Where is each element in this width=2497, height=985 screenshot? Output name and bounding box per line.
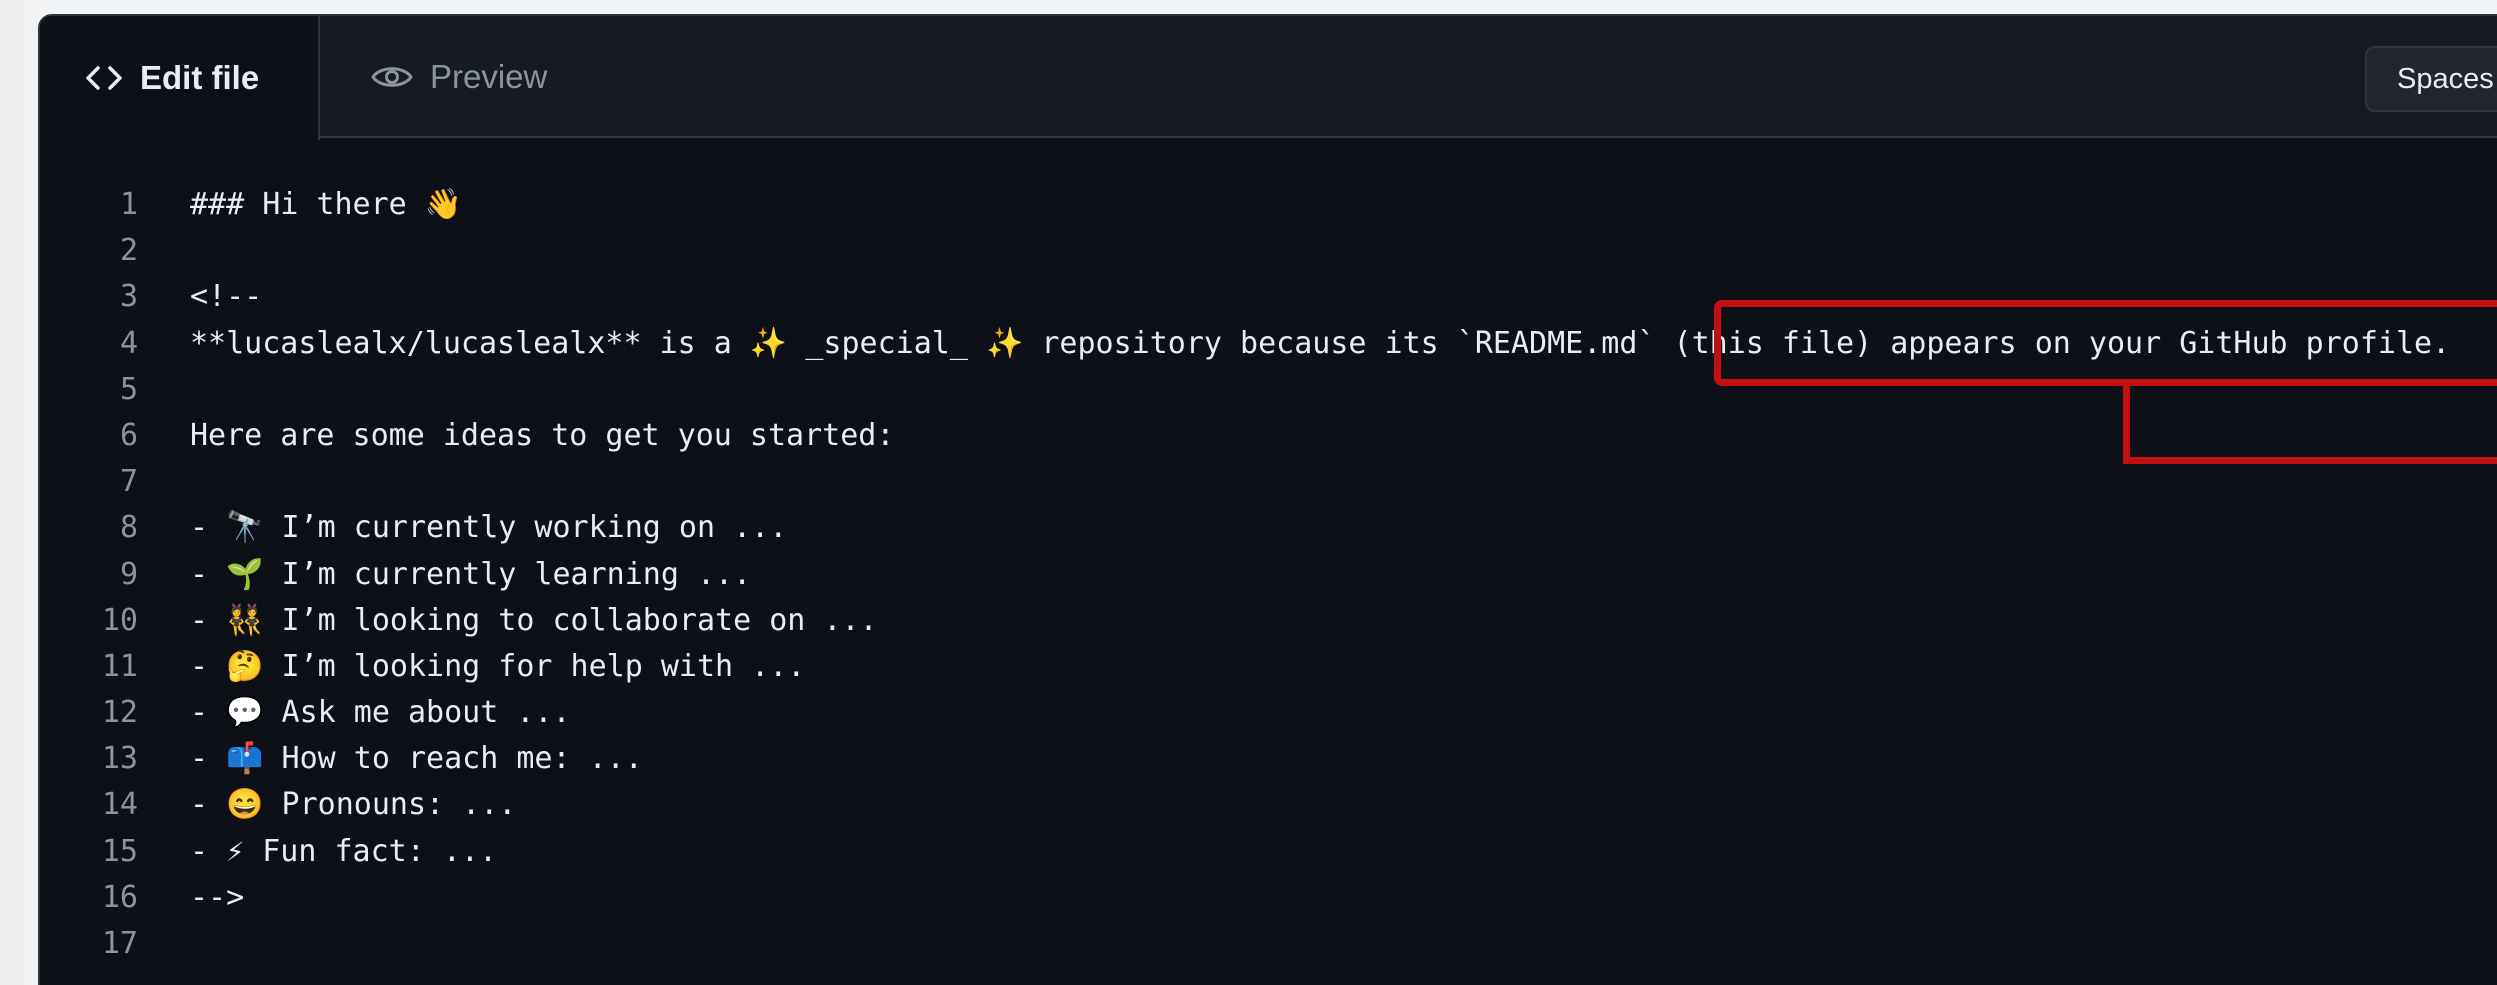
code-line[interactable]: 10 - 👯 I’m looking to collaborate on ... <box>40 598 2497 644</box>
editor-tab-bar: Edit file Preview Spaces <box>40 16 2497 140</box>
line-number: 11 <box>101 648 138 684</box>
code-line[interactable]: 1 ### Hi there 👋 <box>40 182 2497 228</box>
line-number: 9 <box>119 556 138 592</box>
code-line[interactable]: 12 - 💬 Ask me about ... <box>40 690 2497 736</box>
line-text: Here are some ideas to get you started: <box>190 417 895 453</box>
indent-mode-label: Spaces <box>2397 62 2494 95</box>
line-text: - 👯 I’m looking to collaborate on ... <box>190 602 878 638</box>
code-line[interactable]: 2 <box>40 228 2497 274</box>
code-line[interactable]: 8 - 🔭 I’m currently working on ... <box>40 505 2497 551</box>
line-text: - 😄 Pronouns: ... <box>190 787 517 823</box>
line-number: 1 <box>119 187 138 222</box>
code-line[interactable]: 16 --> <box>40 875 2497 921</box>
line-text: ### Hi there 👋 <box>190 187 463 222</box>
line-number: 10 <box>101 602 138 638</box>
line-text: <!-- <box>190 279 263 315</box>
line-number: 16 <box>101 879 138 915</box>
indent-mode-select[interactable]: Spaces <box>2365 46 2497 112</box>
line-number: 12 <box>101 695 138 731</box>
line-number: 4 <box>119 325 138 361</box>
page-margin <box>0 0 24 985</box>
line-text: - ⚡ Fun fact: ... <box>190 833 498 869</box>
line-number: 14 <box>101 787 138 823</box>
code-icon <box>84 64 124 92</box>
line-number: 8 <box>119 510 138 546</box>
line-number: 13 <box>101 741 138 777</box>
code-line[interactable]: 15 - ⚡ Fun fact: ... <box>40 829 2497 875</box>
annotation-highlight-box <box>1714 300 2497 386</box>
line-text: - 🤔 I’m looking for help with ... <box>190 648 806 684</box>
line-number: 7 <box>119 464 138 500</box>
file-editor: Edit file Preview Spaces 1 ### Hi there 👋… <box>38 14 2497 985</box>
code-line[interactable]: 9 - 🌱 I’m currently learning ... <box>40 552 2497 598</box>
tab-preview[interactable]: Preview <box>370 16 547 138</box>
line-text: - 📫 How to reach me: ... <box>190 741 643 777</box>
code-line[interactable]: 14 - 😄 Pronouns: ... <box>40 782 2497 828</box>
eye-icon <box>370 62 414 92</box>
line-text: - 💬 Ask me about ... <box>190 695 571 731</box>
tab-edit-file-label: Edit file <box>140 59 260 96</box>
line-number: 3 <box>119 279 138 315</box>
code-line[interactable]: 13 - 📫 How to reach me: ... <box>40 736 2497 782</box>
line-number: 6 <box>119 417 138 453</box>
line-number: 17 <box>101 926 138 961</box>
code-line[interactable]: 7 <box>40 459 2497 505</box>
annotation-highlight-connector <box>2123 380 2497 464</box>
line-text: --> <box>190 879 245 915</box>
code-line[interactable]: 17 <box>40 921 2497 967</box>
tab-preview-label: Preview <box>430 58 548 95</box>
line-number: 2 <box>119 233 138 269</box>
line-number: 15 <box>101 833 138 869</box>
line-number: 5 <box>119 371 138 407</box>
line-text: - 🌱 I’m currently learning ... <box>190 556 752 592</box>
tab-edit-file[interactable]: Edit file <box>40 16 320 140</box>
code-line[interactable]: 11 - 🤔 I’m looking for help with ... <box>40 644 2497 690</box>
line-text: - 🔭 I’m currently working on ... <box>190 510 788 546</box>
